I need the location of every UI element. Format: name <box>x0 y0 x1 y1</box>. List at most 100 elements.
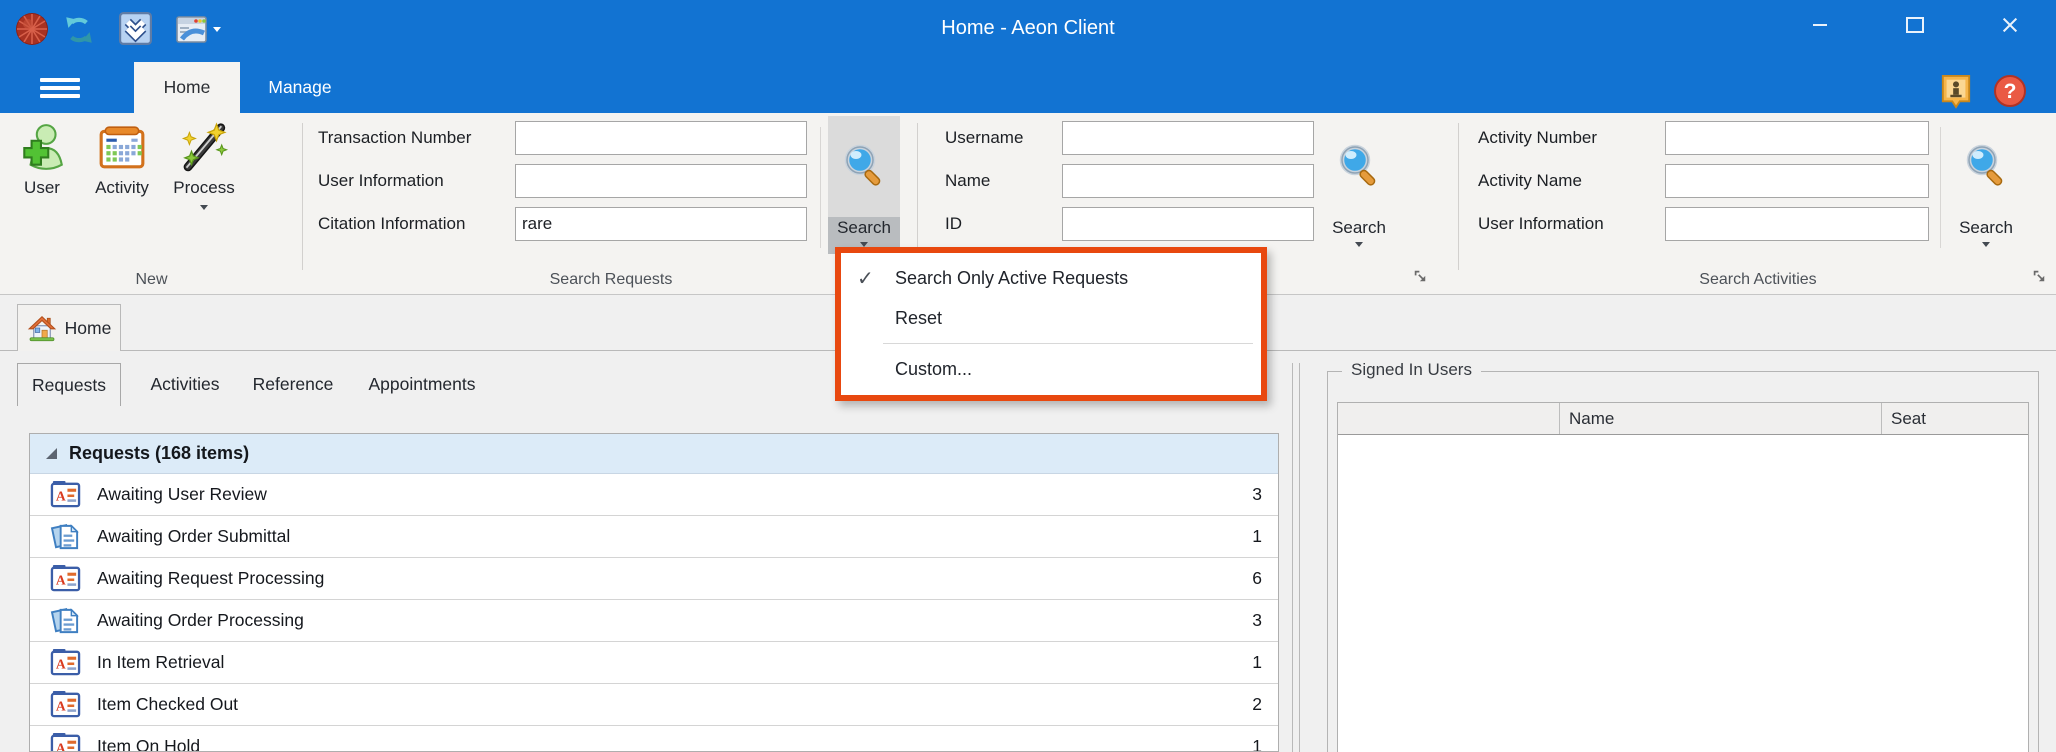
svg-text:A: A <box>56 572 66 587</box>
activity-user-information-label: User Information <box>1478 214 1604 234</box>
svg-text:A: A <box>56 698 66 713</box>
group-dialog-launcher-icon[interactable] <box>1413 269 1429 285</box>
requests-group-header-label: Requests (168 items) <box>69 443 249 464</box>
queue-row-label: Item Checked Out <box>97 694 1252 715</box>
order-queue-icon <box>50 521 81 552</box>
subtab-requests-label: Requests <box>32 375 106 396</box>
column-header-name[interactable]: Name <box>1560 403 1882 434</box>
new-user-label: User <box>24 178 60 198</box>
new-activity-label: Activity <box>95 178 149 198</box>
queue-row-awaiting-user-review[interactable]: A Awaiting User Review 3 <box>30 474 1278 516</box>
ribbon-tab-home-label: Home <box>164 77 211 98</box>
group-separator <box>1458 123 1459 270</box>
queue-row-awaiting-order-submittal[interactable]: Awaiting Order Submittal 1 <box>30 516 1278 558</box>
hamburger-menu-button[interactable] <box>40 78 80 98</box>
info-badge-icon <box>1940 73 1972 109</box>
home-icon <box>27 313 57 343</box>
search-icon <box>1323 116 1395 217</box>
queue-row-count: 6 <box>1252 568 1262 589</box>
menu-item-label: Reset <box>895 308 942 329</box>
menu-separator <box>883 343 1253 344</box>
user-information-label: User Information <box>318 171 444 191</box>
activity-name-input[interactable] <box>1665 164 1929 198</box>
subtab-reference-label: Reference <box>253 374 334 395</box>
new-activity-button[interactable]: Activity <box>84 120 160 228</box>
svg-text:A: A <box>56 656 66 671</box>
order-queue-icon <box>50 605 81 636</box>
signed-in-users-header-row: Name Seat <box>1338 403 2028 435</box>
signed-in-users-table-body <box>1338 435 2028 752</box>
transaction-number-input[interactable] <box>515 121 807 155</box>
queue-row-item-checked-out[interactable]: A Item Checked Out 2 <box>30 684 1278 726</box>
citation-information-label: Citation Information <box>318 214 465 234</box>
aeon-client-window: Home - Aeon Client Home Manage ? <box>0 0 2056 752</box>
queue-row-label: Awaiting User Review <box>97 484 1252 505</box>
id-input[interactable] <box>1062 207 1314 241</box>
subtab-activities[interactable]: Activities <box>140 363 230 406</box>
queue-row-count: 3 <box>1252 484 1262 505</box>
window-title: Home - Aeon Client <box>0 17 2056 40</box>
new-user-button[interactable]: User <box>4 120 80 228</box>
document-tab-home-label: Home <box>65 318 112 339</box>
citation-information-input[interactable] <box>515 207 807 241</box>
requests-queue-panel: Requests (168 items) A Awaiting User Rev… <box>29 433 1279 752</box>
search-activities-caret <box>1982 242 1990 247</box>
close-button[interactable] <box>1987 6 2033 44</box>
activity-user-information-input[interactable] <box>1665 207 1929 241</box>
search-activities-button[interactable]: Search <box>1950 116 2022 254</box>
ribbon-tab-home[interactable]: Home <box>134 62 240 113</box>
panel-splitter[interactable] <box>1292 363 1300 752</box>
ribbon-tab-band: Home Manage ? <box>0 62 2056 113</box>
collapse-triangle-icon <box>46 448 57 459</box>
ribbon-group-search-activities: Activity Number Activity Name User Infor… <box>1460 113 2056 294</box>
info-badge-icon[interactable] <box>1940 73 1972 109</box>
ribbon-tab-manage[interactable]: Manage <box>250 62 350 113</box>
queue-row-in-item-retrieval[interactable]: A In Item Retrieval 1 <box>30 642 1278 684</box>
column-header-seat[interactable]: Seat <box>1882 403 2028 434</box>
subtab-reference[interactable]: Reference <box>248 363 338 406</box>
new-process-button[interactable]: Process <box>166 120 242 228</box>
queue-row-count: 1 <box>1252 526 1262 547</box>
subtab-appointments[interactable]: Appointments <box>362 363 482 406</box>
name-input[interactable] <box>1062 164 1314 198</box>
user-information-input[interactable] <box>515 164 807 198</box>
maximize-button[interactable] <box>1892 6 1938 44</box>
menu-item-label: Search Only Active Requests <box>895 268 1128 289</box>
queue-row-label: Awaiting Order Submittal <box>97 526 1252 547</box>
subtab-requests[interactable]: Requests <box>17 363 121 406</box>
search-requests-button-label: Search <box>837 218 891 237</box>
minimize-button[interactable] <box>1797 6 1843 44</box>
document-tab-home[interactable]: Home <box>17 304 121 351</box>
queue-row-count: 1 <box>1252 736 1262 752</box>
queue-row-count: 1 <box>1252 652 1262 673</box>
magic-wand-icon <box>178 120 230 172</box>
request-queue-icon: A <box>50 731 81 752</box>
new-process-label: Process <box>173 178 234 198</box>
requests-group-header[interactable]: Requests (168 items) <box>30 434 1278 474</box>
search-activities-button-label: Search <box>1959 218 2013 237</box>
subtab-appointments-label: Appointments <box>368 374 475 395</box>
menu-item-custom[interactable]: Custom... <box>841 349 1261 389</box>
queue-row-count: 2 <box>1252 694 1262 715</box>
svg-text:?: ? <box>2004 80 2017 103</box>
svg-text:A: A <box>56 488 66 503</box>
menu-item-search-only-active-requests[interactable]: ✓ Search Only Active Requests <box>841 258 1261 298</box>
help-icon: ? <box>1993 74 2027 108</box>
search-users-button[interactable]: Search <box>1323 116 1395 254</box>
username-input[interactable] <box>1062 121 1314 155</box>
column-header-blank[interactable] <box>1338 403 1560 434</box>
queue-row-item-on-hold[interactable]: A Item On Hold 1 <box>30 726 1278 752</box>
field-button-separator <box>1940 127 1941 248</box>
queue-row-label: In Item Retrieval <box>97 652 1252 673</box>
search-requests-button[interactable]: Search <box>828 116 900 254</box>
activity-number-input[interactable] <box>1665 121 1929 155</box>
queue-row-awaiting-order-processing[interactable]: Awaiting Order Processing 3 <box>30 600 1278 642</box>
search-users-caret <box>1355 242 1363 247</box>
menu-item-reset[interactable]: Reset <box>841 298 1261 338</box>
help-icon[interactable]: ? <box>1993 74 2027 108</box>
id-label: ID <box>945 214 962 234</box>
queue-row-awaiting-request-processing[interactable]: A Awaiting Request Processing 6 <box>30 558 1278 600</box>
group-dialog-launcher-icon[interactable] <box>2032 269 2048 285</box>
ribbon-group-search-requests: Transaction Number User Information Cita… <box>304 113 918 294</box>
request-queue-icon: A <box>50 479 81 510</box>
